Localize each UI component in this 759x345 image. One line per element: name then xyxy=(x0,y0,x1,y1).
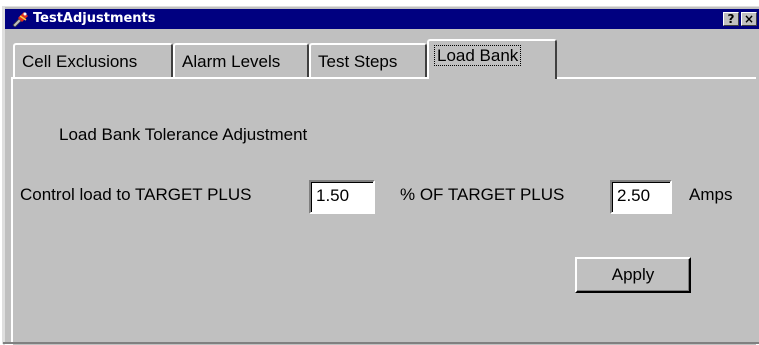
tab-load-bank[interactable]: Load Bank xyxy=(427,39,557,79)
section-heading: Load Bank Tolerance Adjustment xyxy=(59,125,308,144)
test-adjustments-window: TestAdjustments ? × Cell Exclusions Alar… xyxy=(2,6,759,345)
tab-label: Load Bank xyxy=(433,45,522,66)
amps-input[interactable]: 2.50 xyxy=(610,180,672,214)
close-button[interactable]: × xyxy=(741,12,757,26)
window-frame-left xyxy=(3,7,5,345)
percent-input[interactable]: 1.50 xyxy=(309,180,375,214)
tab-cell-exclusions[interactable]: Cell Exclusions xyxy=(13,43,173,77)
window-title: TestAdjustments xyxy=(33,11,156,26)
tab-label: Alarm Levels xyxy=(182,52,281,71)
load-bank-panel: Load Bank Tolerance Adjustment Control l… xyxy=(11,77,756,345)
apply-button[interactable]: Apply xyxy=(575,257,691,293)
tab-label: Test Steps xyxy=(318,52,398,71)
title-bar[interactable]: TestAdjustments ? × xyxy=(5,9,759,29)
control-load-label: Control load to TARGET PLUS xyxy=(20,185,252,204)
help-button[interactable]: ? xyxy=(723,12,739,26)
percent-of-target-label: % OF TARGET PLUS xyxy=(400,185,565,204)
tab-test-steps[interactable]: Test Steps xyxy=(309,43,427,77)
tab-label: Cell Exclusions xyxy=(22,52,138,71)
amps-label: Amps xyxy=(689,185,733,204)
app-icon xyxy=(12,12,28,27)
tab-alarm-levels[interactable]: Alarm Levels xyxy=(173,43,309,77)
